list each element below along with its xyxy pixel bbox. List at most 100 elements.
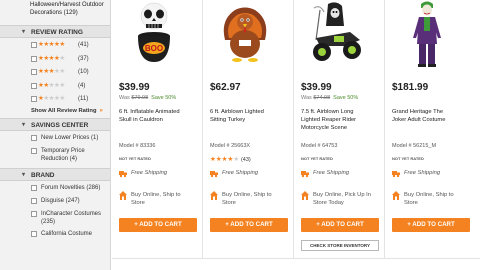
store-pickup-row: Buy Online, Ship to Store [210,191,286,209]
row-divider [112,258,480,259]
option-label: Forum Novelties (286) [41,184,101,191]
brand-option-disguise[interactable]: Disguise (247) [0,194,110,207]
review-rating-option-4-star[interactable]: ★★★★★ (37) [0,52,110,66]
free-shipping-label: Free Shipping [313,170,350,176]
add-to-cart-label: ADD TO CART [412,221,455,228]
brand-option-incharacter-costumes[interactable]: InCharacter Costumes (235) [0,207,110,227]
brand-option-california-costume[interactable]: California Costume [0,227,110,240]
category-link-halloween-outdoor[interactable]: Halloween/Harvest Outdoor Decorations (1… [0,1,110,17]
product-image-reaper-motorcycle[interactable] [306,0,366,70]
product-card: $181.99 Grand Heritage The Joker Adult C… [392,0,472,258]
model-number: Model # 64753 [301,143,338,149]
star-icon: ★ [59,54,65,62]
add-to-cart-button[interactable]: + ADD TO CART [119,218,197,232]
was-label: Was [301,95,312,101]
was-label: Was [119,95,130,101]
rating-count: (43) [240,157,251,163]
free-shipping-row: Free Shipping [119,169,195,179]
chevron-down-icon: » [99,107,103,114]
option-count: (4) [78,82,86,89]
product-price: $181.99 [392,82,429,93]
checkbox-icon[interactable] [31,147,37,154]
product-card: $62.97 6 ft. Airblown Lighted Sitting Tu… [210,0,290,258]
option-label: InCharacter Costumes (235) [41,210,102,225]
option-count: (11) [78,96,89,102]
product-image-skull-cauldron[interactable]: BOO [124,0,184,70]
filter-sidebar: Halloween/Harvest Outdoor Decorations (1… [0,0,111,270]
svg-text:BOO: BOO [145,44,163,53]
store-pickup-row: Buy Online, Ship to Store [119,191,195,209]
option-label: New Lower Prices (1) [41,134,99,141]
checkbox-icon[interactable] [31,197,37,204]
store-pickup-label: Buy Online, Pick Up In Store Today [313,192,371,206]
checkbox-icon[interactable] [31,82,37,89]
facet-title: REVIEW RATING [31,29,83,36]
free-shipping-row: Free Shipping [392,169,468,179]
column-divider [384,0,385,258]
column-divider [202,0,203,258]
product-card: BOO $39.99 Was $79.98 Save 50% 6 ft. Infl… [119,0,199,258]
review-rating-option-3-star[interactable]: ★★★★★ (10) [0,65,110,79]
checkbox-icon[interactable] [31,184,37,191]
checkbox-icon[interactable] [31,134,37,141]
product-title-link[interactable]: 7.5 ft. Airblown Long Lighted Reaper Rid… [301,108,365,132]
model-number: Model # 83336 [119,143,156,149]
not-yet-rated-label: NOT YET RATED [392,156,424,161]
product-image-sitting-turkey[interactable] [215,0,275,70]
not-yet-rated-label: NOT YET RATED [119,156,151,161]
checkbox-icon[interactable] [31,210,37,217]
star-rating-icons: ★★★★★ [38,41,65,49]
add-to-cart-button[interactable]: + ADD TO CART [301,218,379,232]
add-to-cart-button[interactable]: + ADD TO CART [392,218,470,232]
store-pickup-icon [119,191,127,200]
was-price: $74.98 [313,95,331,101]
store-pickup-label: Buy Online, Ship to Store [131,192,181,206]
truck-icon [392,171,400,178]
star-rating-icons: ★★★★★ [38,95,65,103]
free-shipping-label: Free Shipping [222,170,259,176]
facet-header-savings-center[interactable]: ▾ SAVINGS CENTER [0,117,110,131]
model-number: Model # 25663X [210,143,251,149]
savings-option-temporary-price-reduction[interactable]: Temporary Price Reduction (4) [0,144,110,165]
checkbox-icon[interactable] [31,55,37,62]
add-to-cart-button[interactable]: + ADD TO CART [210,218,288,232]
store-pickup-icon [301,191,309,200]
checkbox-icon[interactable] [31,42,37,48]
model-number: Model # 56215_M [392,143,437,149]
checkbox-icon[interactable] [31,69,37,75]
option-count: (37) [78,55,89,62]
star-icon: ★ [59,95,65,102]
checkbox-icon[interactable] [31,230,37,237]
savings-badge: Save 50% [151,95,177,101]
product-rating[interactable]: ★★★★★ (43) [210,155,251,163]
star-icon: ★ [59,81,65,89]
star-icon: ★ [59,68,65,75]
product-title-link[interactable]: 6 ft. Airblown Lighted Sitting Turkey [210,108,274,124]
check-store-inventory-button[interactable]: CHECK STORE INVENTORY [301,240,379,251]
truck-icon [119,171,127,178]
facet-header-review-rating[interactable]: ▾ REVIEW RATING [0,25,110,38]
review-rating-option-1-star[interactable]: ★★★★★ (11) [0,92,110,106]
rating-stars: ★★★★★ [210,156,239,163]
show-all-review-rating-link[interactable]: Show All Review Rating» [0,108,110,114]
add-to-cart-label: ADD TO CART [230,221,273,228]
savings-badge: Save 50% [333,95,359,101]
store-pickup-label: Buy Online, Ship to Store [404,192,454,206]
free-shipping-row: Free Shipping [301,169,377,179]
option-label: California Costume [41,230,93,237]
product-title-link[interactable]: 6 ft. Inflatable Animated Skull in Cauld… [119,108,183,124]
truck-icon [301,171,309,178]
review-rating-option-5-star[interactable]: ★★★★★ (41) [0,38,110,52]
savings-option-new-lower-prices[interactable]: New Lower Prices (1) [0,131,110,144]
not-yet-rated-label: NOT YET RATED [301,156,333,161]
star-rating-icons: ★★★★★ [38,55,65,63]
review-rating-option-2-star[interactable]: ★★★★★ (4) [0,79,110,93]
brand-option-forum-novelties[interactable]: Forum Novelties (286) [0,181,110,194]
checkbox-icon[interactable] [31,96,37,102]
star-rating-icons: ★★★★★ [38,68,65,76]
product-image-joker-costume[interactable] [397,0,457,70]
facet-header-brand[interactable]: ▾ BRAND [0,167,110,181]
free-shipping-label: Free Shipping [131,170,168,176]
product-title-link[interactable]: Grand Heritage The Joker Adult Costume [392,108,456,124]
was-price: $79.98 [131,95,149,101]
